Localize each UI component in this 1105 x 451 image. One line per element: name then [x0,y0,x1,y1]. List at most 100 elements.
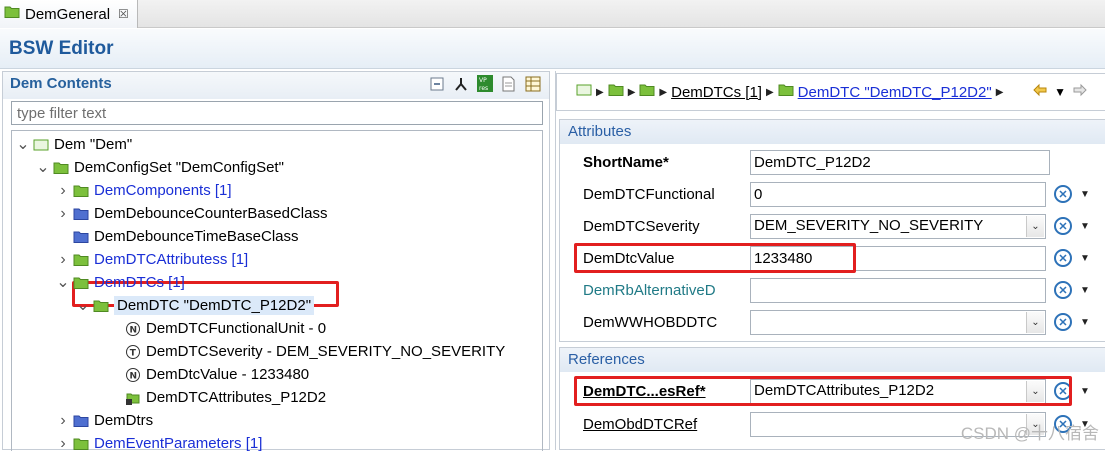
link-editor-icon[interactable] [452,75,469,92]
folder-icon [52,160,70,176]
svg-text:VP: VP [479,77,487,84]
attributes-section: Attributes ShortName* DemDTCFunctional ✕… [559,119,1105,342]
alternative-row: DemRbAlternativeD ✕ ▼ [560,277,1105,307]
tree-filter-input[interactable] [11,101,543,125]
integer-param-icon: N [124,321,142,337]
blue-folder-icon [72,229,90,245]
reset-default-icon[interactable]: ✕ [1054,281,1072,299]
blue-folder-icon [72,206,90,222]
chevron-down-icon[interactable]: ⌄ [1026,312,1044,333]
forward-arrow-icon[interactable] [1072,83,1088,100]
module-icon [32,137,50,153]
chevron-right-icon[interactable]: › [56,253,70,267]
tree-item[interactable]: › DemDebounceCounterBasedClass [56,202,327,225]
contents-panel: Dem Contents VPres ⌄ Dem "Dem" ⌄ DemConfigS… [2,71,550,450]
chevron-right-icon[interactable]: › [56,184,70,198]
chevron-down-icon[interactable]: ▼ [1080,221,1090,232]
chevron-down-icon[interactable]: ⌄ [36,161,50,175]
tree-item[interactable]: ›DemComponents [1] [56,179,232,202]
contents-toolbar: VPres [428,75,541,92]
functional-row: DemDTCFunctional ✕ ▼ [560,181,1105,211]
tree-item-label: DemDTCAttributess [1] [94,251,248,268]
functional-field[interactable] [750,182,1046,207]
tree-item[interactable]: ⌄DemDTC "DemDTC_P12D2" [76,294,314,317]
folder-icon[interactable] [608,83,624,101]
severity-row: DemDTCSeverity DEM_SEVERITY_NO_SEVERITY … [560,213,1105,243]
folder-icon[interactable] [639,83,655,101]
table-view-icon[interactable] [524,75,541,92]
chevron-down-icon[interactable]: ▼ [1080,386,1090,397]
close-icon[interactable]: ☒ [118,7,129,21]
svg-text:res: res [479,85,488,92]
chevron-down-icon[interactable]: ▼ [1080,253,1090,264]
obd-ref-label[interactable]: DemObdDTCRef [583,416,723,433]
tree-item[interactable]: DemDebounceTimeBaseClass [56,225,299,248]
tree-item[interactable]: NDemDTCFunctionalUnit - 0 [108,317,326,340]
breadcrumb-separator-icon: ▶ [596,87,604,98]
reset-default-icon[interactable]: ✕ [1054,185,1072,203]
dtc-value-highlight [574,243,856,273]
svg-text:N: N [130,325,138,335]
chevron-right-icon[interactable]: › [56,207,70,221]
folder-icon [778,83,794,101]
shortname-field[interactable] [750,150,1050,175]
severity-value: DEM_SEVERITY_NO_SEVERITY [754,217,983,234]
tree-item-label: DemDTCAttributes_P12D2 [146,389,326,406]
breadcrumb-separator-icon: ▶ [996,87,1004,98]
tree-item-label: DemConfigSet "DemConfigSet" [74,159,284,176]
tree-item-label: DemDebounceCounterBasedClass [94,205,327,222]
document-icon[interactable] [500,75,517,92]
tree-item[interactable]: › DemDTCAttributess [1] [56,248,248,271]
enum-param-icon: T [124,344,142,360]
references-title: References [560,348,1105,372]
editor-title: BSW Editor [9,38,114,60]
tree-item[interactable]: NDemDtcValue - 1233480 [108,363,309,386]
chevron-down-icon[interactable]: ⌄ [1026,216,1044,237]
tree-item-label: DemEventParameters [1] [94,435,262,451]
tree-item-label: DemDebounceTimeBaseClass [94,228,299,245]
tree-item[interactable]: ⌄ Dem "Dem" [16,133,132,156]
wwh-obd-label: DemWWHOBDDTC [583,314,723,331]
chevron-down-icon[interactable]: ⌄ [76,299,90,313]
tree-item[interactable]: › DemEventParameters [1] [56,432,262,451]
reset-default-icon[interactable]: ✕ [1054,217,1072,235]
chevron-down-icon[interactable]: ▼ [1080,317,1090,328]
wwh-obd-row: DemWWHOBDDTC ⌄ ✕ ▼ [560,309,1105,339]
shortname-row: ShortName* [560,149,1105,179]
chevron-down-icon[interactable]: ⌄ [56,276,70,290]
tree-item[interactable]: TDemDTCSeverity - DEM_SEVERITY_NO_SEVERI… [108,340,505,363]
collapse-all-icon[interactable] [428,75,445,92]
tree-item[interactable]: ⌄ DemConfigSet "DemConfigSet" [36,156,284,179]
variant-res-icon[interactable]: VPres [476,75,493,92]
editor-tab-bar: DemGeneral ☒ [0,0,1105,28]
shortname-label: ShortName* [583,154,723,171]
breadcrumb-dtc-link[interactable]: DemDTC "DemDTC_P12D2" [798,84,992,101]
chevron-down-icon[interactable]: ▼ [1080,285,1090,296]
editor-header: BSW Editor [0,29,1105,69]
svg-text:T: T [130,348,137,358]
tree-item[interactable]: DemDTCAttributes_P12D2 [108,386,326,409]
tree-item[interactable]: › DemDtrs [56,409,153,432]
back-history-dropdown-icon[interactable]: ▼ [1054,85,1066,99]
reset-default-icon[interactable]: ✕ [1054,249,1072,267]
contents-header: Dem Contents VPres [3,72,549,99]
back-arrow-icon[interactable] [1032,83,1048,100]
module-icon[interactable] [576,83,592,101]
tree-item[interactable]: ⌄DemDTCs [1] [56,271,185,294]
folder-icon [72,275,90,291]
chevron-down-icon[interactable]: ▼ [1080,189,1090,200]
breadcrumb-separator-icon: ▶ [628,87,636,98]
chevron-right-icon[interactable]: › [56,437,70,451]
chevron-down-icon[interactable]: ⌄ [16,138,30,152]
integer-param-icon: N [124,367,142,383]
tree-item-label: Dem "Dem" [54,136,132,153]
severity-select[interactable]: DEM_SEVERITY_NO_SEVERITY ⌄ [750,214,1046,239]
wwh-obd-select[interactable]: ⌄ [750,310,1046,335]
chevron-right-icon[interactable]: › [56,414,70,428]
alternative-field[interactable] [750,278,1046,303]
tree-item-label: DemDtrs [94,412,153,429]
breadcrumb-dtcs-link[interactable]: DemDTCs [1] [671,84,762,101]
reset-default-icon[interactable]: ✕ [1054,313,1072,331]
tab-demgeneral[interactable]: DemGeneral ☒ [0,0,138,28]
tab-label: DemGeneral [25,6,110,23]
